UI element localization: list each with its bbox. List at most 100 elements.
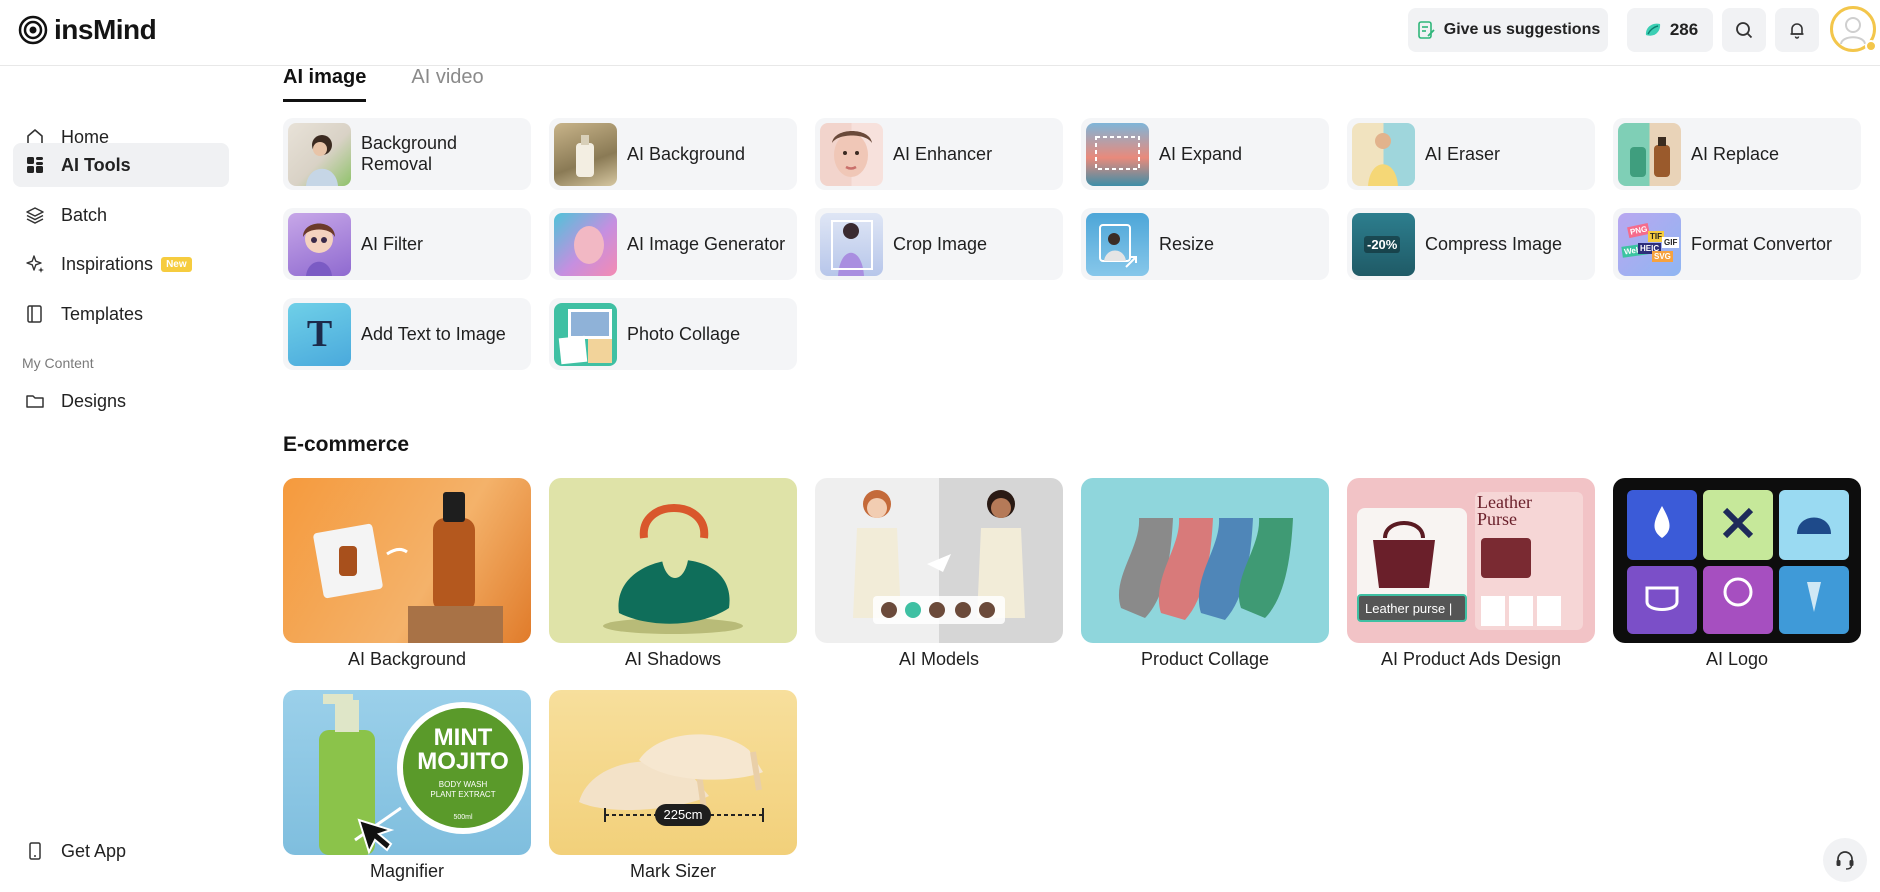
tool-format-convertor[interactable]: PNG TIF GIF Webp HEIC SVG Format Convert… [1613,208,1861,280]
ai-eraser-thumbnail [1352,122,1415,186]
card-ai-product-ads-design[interactable]: Leather Purse Leather purse | AI Product… [1347,478,1595,670]
credit-gem-icon [1645,23,1660,36]
suggestions-button[interactable]: Give us suggestions [1408,8,1608,52]
tool-compress-image[interactable]: -20% Compress Image [1347,208,1595,280]
tool-add-text-to-image[interactable]: T Add Text to Image [283,298,531,370]
sidebar-item-label: Batch [61,204,108,225]
tool-label: Crop Image [893,233,988,254]
credits-button[interactable]: 286 [1627,8,1713,52]
card-label: AI Background [347,649,467,669]
format-convertor-thumbnail: PNG TIF GIF Webp HEIC SVG [1618,212,1681,276]
card-label: Product Collage [1140,649,1270,669]
logo-mark-icon [18,15,48,45]
ecommerce-section-title: E-commerce [283,433,410,456]
tool-label: AI Expand [1159,143,1243,164]
card-magnifier[interactable]: MINT MOJITO BODY WASH PLANT EXTRACT 500m… [283,690,531,882]
tool-label: AI Eraser [1425,143,1501,164]
tool-resize[interactable]: Resize [1081,208,1329,280]
tool-ai-expand[interactable]: AI Expand [1081,118,1329,190]
search-icon [1736,22,1753,39]
tool-label: AI Background [627,143,746,164]
tool-label: Format Convertor [1691,233,1833,254]
magnifier-text-line1: MINT [433,724,493,751]
format-tag-gif: GIF [1662,236,1680,248]
tool-background-removal[interactable]: Background Removal [283,118,531,190]
category-tabs: AI image AI video [283,66,484,102]
layers-icon [23,203,47,227]
ai-enhancer-thumbnail [820,122,883,186]
resize-thumbnail [1086,212,1149,276]
sidebar-item-label: Templates [61,303,144,324]
logo[interactable]: insMind [18,14,157,46]
avatar-status-badge [1865,40,1877,52]
card-label: Mark Sizer [629,861,716,881]
ai-models-card-image [815,478,1063,643]
sidebar-item-templates[interactable]: Templates [13,292,229,336]
notifications-button[interactable] [1775,8,1819,52]
tab-ai-video[interactable]: AI video [411,66,483,102]
headset-icon [1836,851,1854,870]
sidebar: Home AI Tools Batch Inspirations New Tem… [0,66,245,892]
tool-label: AI Replace [1691,143,1780,164]
top-header: insMind Give us suggestions 286 [0,0,1880,66]
sidebar-item-designs[interactable]: Designs [13,379,229,423]
card-product-collage[interactable]: Product Collage [1081,478,1329,670]
search-button[interactable] [1722,8,1766,52]
book-icon [23,302,47,326]
card-ai-models[interactable]: AI Models [815,478,1063,670]
my-content-label: My Content [22,355,94,371]
sidebar-item-label: Designs [61,390,127,411]
sidebar-item-batch[interactable]: Batch [13,193,229,237]
tool-label: Add Text to Image [361,323,506,344]
card-ai-logo[interactable]: AI Logo [1613,478,1861,670]
tool-ai-enhancer[interactable]: AI Enhancer [815,118,1063,190]
new-badge: New [161,256,192,272]
card-ai-background[interactable]: AI Background [283,478,531,670]
card-label: AI Logo [1705,649,1769,669]
magnifier-text-line3: BODY WASH [438,780,488,789]
get-app-button[interactable]: Get App [13,829,229,873]
tool-label: AI Filter [361,233,424,254]
ai-shadows-card-image [549,478,797,643]
tool-ai-image-generator[interactable]: AI Image Generator [549,208,797,280]
ai-background-thumbnail [554,122,617,186]
tool-crop-image[interactable]: Crop Image [815,208,1063,280]
ai-logo-card-image [1613,478,1861,643]
tool-photo-collage[interactable]: Photo Collage [549,298,797,370]
card-label: AI Models [898,649,980,669]
tool-ai-replace[interactable]: AI Replace [1613,118,1861,190]
avatar-icon [1840,17,1866,45]
ai-background-card-image [283,478,531,643]
bell-icon [1790,23,1804,39]
tab-ai-image[interactable]: AI image [283,66,367,102]
edit-note-icon [1417,21,1435,39]
photo-collage-thumbnail [554,302,617,366]
magnifier-text-line5: 500ml [453,814,473,821]
ads-prompt-input: Leather purse | [1357,594,1467,622]
mark-sizer-card-image: 225cm [549,690,797,855]
card-label: Magnifier [369,861,445,881]
format-tag-png: PNG [1627,222,1651,238]
tool-ai-background[interactable]: AI Background [549,118,797,190]
tool-label: Background Removal [361,133,458,174]
sparkle-icon [23,252,47,276]
sidebar-item-label: Inspirations [61,253,154,274]
ads-heading: Leather Purse [1477,492,1532,529]
tool-ai-filter[interactable]: AI Filter [283,208,531,280]
support-button[interactable] [1823,838,1867,882]
magnifier-card-image: MINT MOJITO BODY WASH PLANT EXTRACT 500m… [283,690,531,855]
product-collage-card-image [1081,478,1329,643]
tool-ai-eraser[interactable]: AI Eraser [1347,118,1595,190]
compress-image-thumbnail: -20% [1352,212,1415,276]
sidebar-item-ai-tools[interactable]: AI Tools [13,143,229,187]
size-measurement-label: 225cm [663,807,703,822]
card-mark-sizer[interactable]: 225cm Mark Sizer [549,690,797,882]
background-removal-thumbnail [288,122,351,186]
credits-count: 286 [1669,20,1699,39]
format-tag-svg: SVG [1652,250,1673,262]
card-ai-shadows[interactable]: AI Shadows [549,478,797,670]
sidebar-item-inspirations[interactable]: Inspirations New [13,242,229,286]
grid-icon [23,153,47,177]
ai-filter-thumbnail [288,212,351,276]
magnifier-text-line4: PLANT EXTRACT [430,790,496,799]
